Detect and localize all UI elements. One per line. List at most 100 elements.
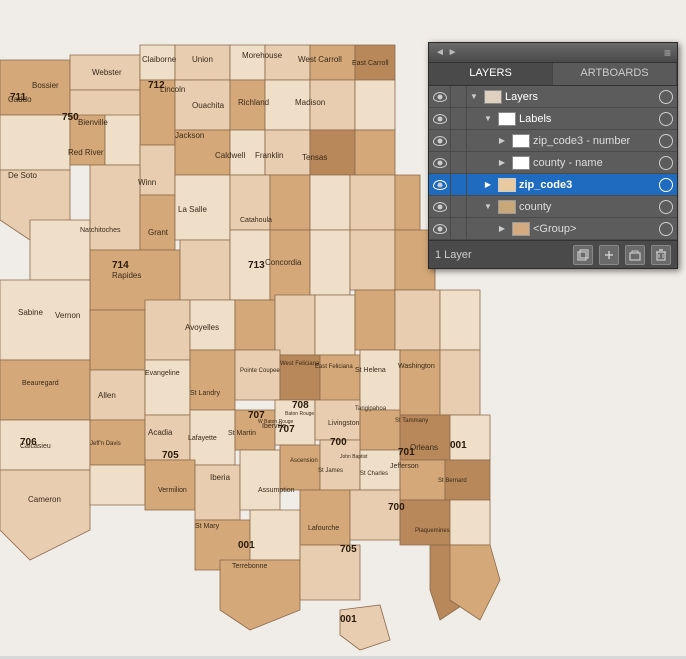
layer-row-zip-number[interactable]: ▶ zip_code3 - number: [429, 130, 677, 152]
expand-group[interactable]: ▶: [495, 224, 509, 233]
svg-text:712: 712: [148, 80, 165, 91]
eye-zip-number[interactable]: [429, 130, 451, 152]
layer-count-label: 1 Layer: [435, 249, 567, 261]
eye-county[interactable]: [429, 196, 451, 218]
svg-text:Richland: Richland: [238, 98, 269, 107]
layer-row-layers[interactable]: ▼ Layers: [429, 86, 677, 108]
svg-text:Catahoula: Catahoula: [240, 217, 272, 224]
layer-name-zip-code3: zip_code3: [519, 179, 659, 191]
lock-county[interactable]: [451, 196, 467, 218]
eye-group[interactable]: [429, 218, 451, 240]
svg-text:St Landry: St Landry: [190, 390, 220, 397]
svg-text:750: 750: [62, 112, 79, 123]
lock-layers[interactable]: [451, 86, 467, 108]
layer-row-zip-code3[interactable]: ▶ zip_code3: [429, 174, 677, 196]
svg-text:John Baptist: John Baptist: [340, 454, 368, 460]
layer-name-county: county: [519, 201, 659, 213]
svg-text:Jeff'n Davis: Jeff'n Davis: [90, 441, 121, 447]
circle-group: [659, 222, 673, 236]
panel-collapse-left[interactable]: ◄ ►: [435, 47, 458, 58]
layer-name-labels: Labels: [519, 113, 659, 125]
svg-text:Bienville: Bienville: [78, 118, 108, 127]
eye-icon-group: [433, 224, 447, 234]
layer-row-group[interactable]: ▶ <Group>: [429, 218, 677, 240]
svg-text:Beauregard: Beauregard: [22, 380, 59, 387]
svg-text:East Feliciana: East Feliciana: [315, 364, 353, 370]
svg-text:001: 001: [450, 440, 467, 451]
tab-artboards[interactable]: ARTBOARDS: [553, 63, 677, 85]
expand-labels[interactable]: ▼: [481, 114, 495, 123]
svg-text:La Salle: La Salle: [178, 205, 207, 214]
svg-text:Baton Rouge: Baton Rouge: [285, 411, 314, 417]
svg-text:714: 714: [112, 260, 129, 271]
thumb-labels: [498, 112, 516, 126]
layer-name-zip-number: zip_code3 - number: [533, 135, 659, 147]
layer-row-county[interactable]: ▼ county: [429, 196, 677, 218]
svg-text:Grant: Grant: [148, 228, 169, 237]
eye-zip-code3[interactable]: [429, 174, 451, 196]
svg-text:Vernon: Vernon: [55, 311, 80, 320]
svg-text:705: 705: [162, 450, 179, 461]
new-sublayer-btn[interactable]: [599, 245, 619, 265]
svg-text:706: 706: [20, 437, 37, 448]
circle-layers: [659, 90, 673, 104]
thumb-zip-code3: [498, 178, 516, 192]
lock-group[interactable]: [451, 218, 467, 240]
panel-bottom: 1 Layer: [429, 240, 677, 268]
panel-menu-icon[interactable]: ≡: [664, 46, 671, 60]
layer-name-group: <Group>: [533, 223, 659, 235]
svg-text:St James: St James: [318, 468, 343, 474]
lock-county-name[interactable]: [451, 152, 467, 174]
svg-text:Concordia: Concordia: [265, 258, 302, 267]
svg-text:St Martin: St Martin: [228, 430, 256, 437]
svg-text:Livingston: Livingston: [328, 420, 360, 427]
eye-labels[interactable]: [429, 108, 451, 130]
thumb-county: [498, 200, 516, 214]
svg-text:Winn: Winn: [138, 178, 156, 187]
delete-layer-btn[interactable]: [651, 245, 671, 265]
lock-labels[interactable]: [451, 108, 467, 130]
panel-titlebar: ◄ ► ≡: [429, 43, 677, 63]
eye-icon-layers: [433, 92, 447, 102]
eye-icon-county: [433, 202, 447, 212]
svg-text:Tensas: Tensas: [302, 153, 327, 162]
svg-text:Jackson: Jackson: [175, 131, 204, 140]
svg-text:St Mary: St Mary: [195, 523, 220, 530]
svg-text:West Carroll: West Carroll: [298, 55, 342, 64]
svg-text:Rapides: Rapides: [112, 271, 141, 280]
svg-text:Assumption: Assumption: [258, 487, 295, 494]
svg-text:St Bernard: St Bernard: [438, 478, 467, 484]
svg-text:708: 708: [292, 400, 309, 411]
svg-text:713: 713: [248, 260, 265, 271]
lock-zip-code3[interactable]: [451, 174, 467, 196]
tab-layers[interactable]: LAYERS: [429, 63, 553, 85]
svg-text:Terrebonne: Terrebonne: [232, 563, 268, 570]
new-layer-from-selection-btn[interactable]: [573, 245, 593, 265]
new-layer-btn[interactable]: [625, 245, 645, 265]
svg-text:Evangeline: Evangeline: [145, 370, 180, 377]
expand-county-name[interactable]: ▶: [495, 158, 509, 167]
circle-county-name: [659, 156, 673, 170]
thumb-group: [512, 222, 530, 236]
svg-text:St Charles: St Charles: [360, 471, 388, 477]
thumb-zip-number: [512, 134, 530, 148]
svg-text:De Soto: De Soto: [8, 171, 37, 180]
layer-name-county-name: county - name: [533, 157, 659, 169]
svg-text:St Tammany: St Tammany: [395, 418, 428, 424]
expand-zip-number[interactable]: ▶: [495, 136, 509, 145]
eye-layers[interactable]: [429, 86, 451, 108]
svg-text:St Helena: St Helena: [355, 367, 386, 374]
layer-row-labels[interactable]: ▼ Labels: [429, 108, 677, 130]
circle-zip-code3: [659, 178, 673, 192]
expand-layers[interactable]: ▼: [467, 92, 481, 101]
eye-county-name[interactable]: [429, 152, 451, 174]
layer-row-county-name[interactable]: ▶ county - name: [429, 152, 677, 174]
svg-text:Bossier: Bossier: [32, 81, 59, 90]
expand-county[interactable]: ▼: [481, 202, 495, 211]
expand-zip-code3[interactable]: ▶: [481, 180, 495, 189]
svg-text:707: 707: [248, 410, 265, 421]
lock-zip-number[interactable]: [451, 130, 467, 152]
eye-icon-labels: [433, 114, 447, 124]
svg-text:Morehouse: Morehouse: [242, 51, 283, 60]
svg-text:Union: Union: [192, 55, 213, 64]
